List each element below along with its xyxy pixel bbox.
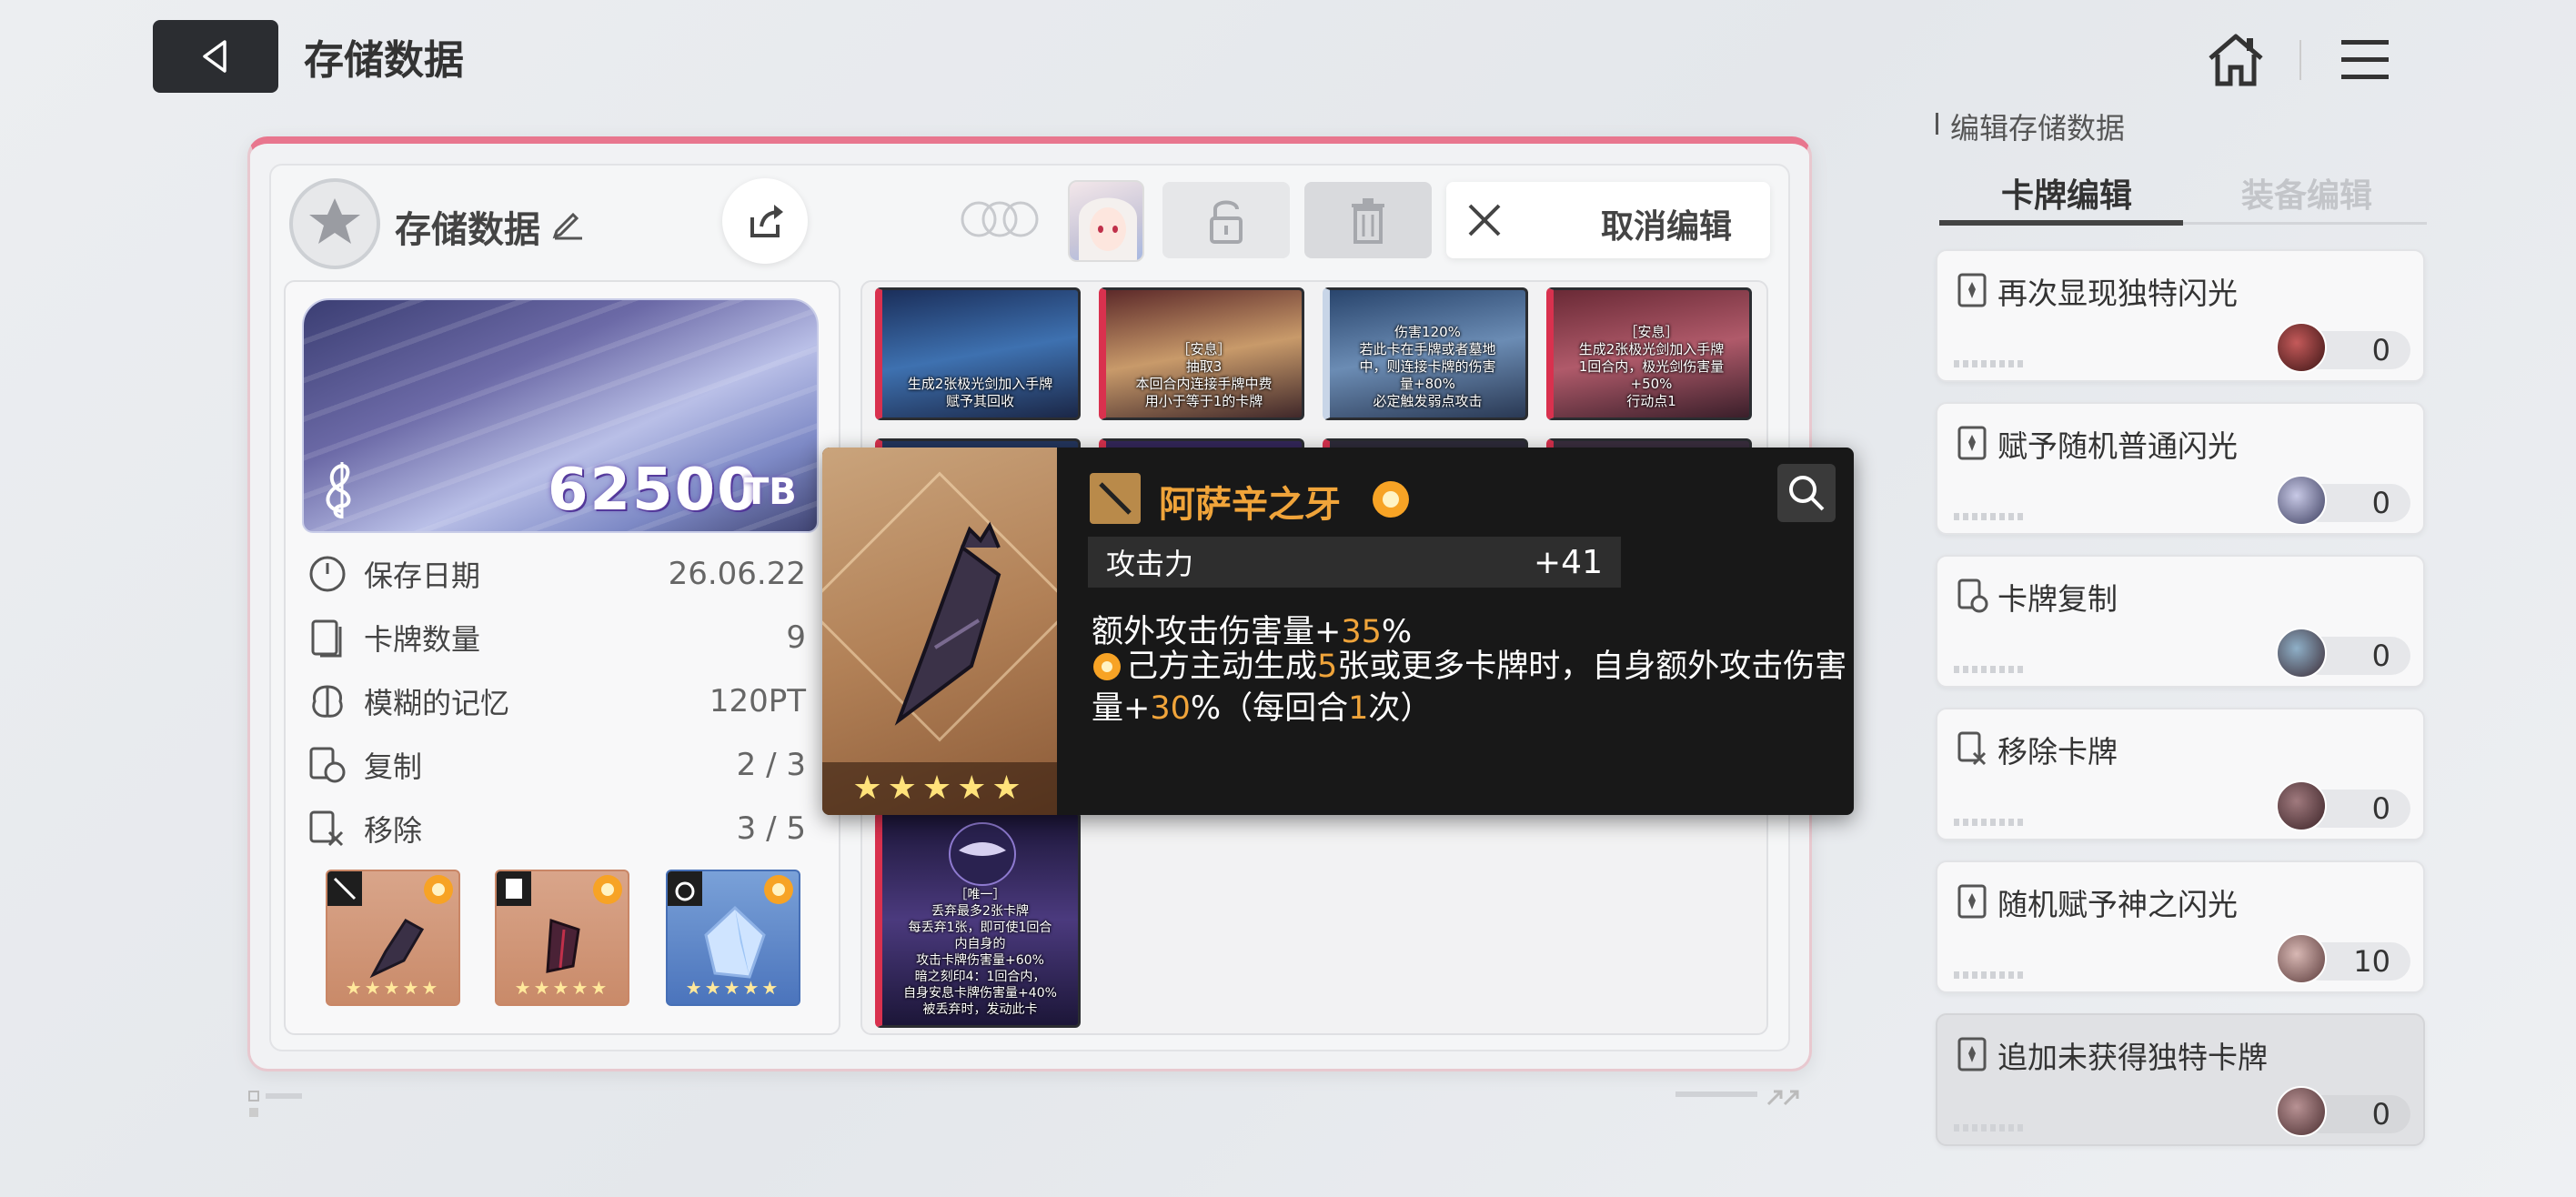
cancel-edit-label: 取消编辑 xyxy=(1600,208,1732,246)
footer-logo-mark xyxy=(248,1091,302,1117)
sun-badge-icon xyxy=(1373,481,1409,518)
decorative-text xyxy=(1954,513,2027,520)
delete-button[interactable] xyxy=(1304,182,1432,258)
stat-card-count: 卡牌数量 9 xyxy=(307,609,806,666)
ring-tag-icon xyxy=(668,871,702,906)
card-aurora[interactable]: 生成2张极光剑加入手牌 赋予其回收 xyxy=(875,287,1081,420)
edit-item-random-normal[interactable]: 赋予随机普通闪光 0 xyxy=(1936,402,2425,535)
tooltip-item-image: ★★★★★ xyxy=(822,448,1057,815)
armor-tag-icon xyxy=(497,871,531,906)
card-flash-icon xyxy=(1957,426,1987,460)
card-attack[interactable]: 伤害120% 若此卡在手牌或者墓地 中，则连接卡牌的伤害 量+80% 必定触发弱… xyxy=(1323,287,1528,420)
copy-card-icon xyxy=(1957,578,1988,613)
clock-icon xyxy=(309,556,346,592)
menu-icon[interactable] xyxy=(2336,31,2394,89)
gauntlet-icon xyxy=(894,521,1001,726)
card-aurora-rest[interactable]: ［安息］ 生成2张极光剑加入手牌 1回合内，极光剑伤害量 +50% 行动点1 xyxy=(1546,287,1752,420)
decorative-text xyxy=(1954,971,2027,979)
decorative-text xyxy=(1954,666,2027,673)
remove-card-icon xyxy=(309,810,344,847)
item-orb-icon xyxy=(2276,475,2327,526)
equipment-weapon[interactable]: ★★★★★ xyxy=(326,870,460,1006)
back-button[interactable] xyxy=(153,20,278,93)
unlock-icon xyxy=(1210,200,1243,244)
tooltip-attack-stat: 攻击力 +41 xyxy=(1088,537,1621,588)
tooltip-stars: ★★★★★ xyxy=(822,762,1057,815)
sword-type-icon xyxy=(1090,473,1141,524)
gauntlet-icon xyxy=(369,919,425,979)
stat-save-date: 保存日期 26.06.22 xyxy=(307,546,806,602)
equipment-armor[interactable]: ★★★★★ xyxy=(495,870,629,1006)
header-divider xyxy=(2299,40,2301,80)
cancel-edit-button[interactable]: 取消编辑 xyxy=(1446,182,1770,258)
footer-arrow-mark xyxy=(1675,1090,1799,1106)
back-arrow-icon xyxy=(203,40,226,73)
tab-equip-edit[interactable]: 装备编辑 xyxy=(2241,169,2372,216)
decorative-text xyxy=(1954,1124,2027,1132)
trash-icon xyxy=(1352,198,1384,244)
brain-icon xyxy=(312,685,343,718)
search-icon xyxy=(1789,476,1825,511)
crystal-icon xyxy=(704,905,766,979)
lock-button[interactable] xyxy=(1162,182,1290,258)
sword-tag-icon xyxy=(327,871,362,906)
treble-clef-icon xyxy=(326,462,351,518)
item-orb-icon xyxy=(2276,933,2327,984)
card-flash-icon xyxy=(1957,1037,1987,1071)
share-icon xyxy=(750,205,783,237)
save-badge xyxy=(289,178,380,269)
card-flash-icon xyxy=(1957,273,1987,307)
save-name: 存储数据 xyxy=(395,209,540,251)
edit-panel-title: 编辑存储数据 xyxy=(1936,106,2125,147)
stat-remove: 移除 3 / 5 xyxy=(307,800,806,857)
card-flash-icon xyxy=(1957,884,1987,919)
item-orb-icon xyxy=(2276,1086,2327,1137)
item-orb-icon xyxy=(2276,780,2327,831)
stat-copy: 复制 2 / 3 xyxy=(307,737,806,793)
tb-value: 62500 xyxy=(548,457,760,524)
sun-badge-icon xyxy=(764,875,793,904)
edit-item-reveal-unique[interactable]: 再次显现独特闪光 0 xyxy=(1936,249,2425,382)
decorative-text xyxy=(1954,819,2027,826)
star-badge-icon xyxy=(309,198,360,244)
character-avatar[interactable] xyxy=(1068,180,1144,262)
tooltip-search-button[interactable] xyxy=(1777,464,1836,522)
edit-item-copy[interactable]: 卡牌复制 0 xyxy=(1936,555,2425,688)
share-button[interactable] xyxy=(722,178,808,264)
copy-card-icon xyxy=(309,747,346,783)
character-portrait-icon xyxy=(1079,197,1137,260)
tb-unit: TB xyxy=(744,471,797,513)
close-icon xyxy=(1468,204,1501,236)
tab-active-indicator xyxy=(1939,220,2183,226)
item-orb-icon xyxy=(2276,322,2327,373)
tab-card-edit[interactable]: 卡牌编辑 xyxy=(2001,169,2132,216)
item-orb-icon xyxy=(2276,628,2327,679)
tooltip-item-name: 阿萨辛之牙 xyxy=(1159,484,1341,526)
masked-figure-icon xyxy=(949,822,1016,886)
stat-memory: 模糊的记忆 120PT xyxy=(307,673,806,729)
rings-logo-icon xyxy=(961,201,1039,237)
sun-badge-icon xyxy=(593,875,622,904)
edit-item-random-divine[interactable]: 随机赋予神之闪光 10 xyxy=(1936,860,2425,993)
claw-armor-icon xyxy=(546,918,580,973)
sun-badge-icon xyxy=(424,875,453,904)
edit-item-add-unique[interactable]: 追加未获得独特卡牌 0 xyxy=(1936,1013,2425,1146)
tooltip-effect-2: 己方主动生成5张或更多卡牌时，自身额外攻击伤害量+30%（每回合1次） xyxy=(1092,649,1847,727)
card-unique-discard[interactable]: ［唯一］ 丢弃最多2张卡牌 每丢弃1张，即可使1回合 内自身的 攻击卡牌伤害量+… xyxy=(875,811,1081,1028)
edit-pen-icon[interactable] xyxy=(549,204,586,240)
decorative-text xyxy=(1954,360,2027,367)
page-title: 存储数据 xyxy=(304,37,464,84)
sun-badge-icon xyxy=(1093,653,1121,680)
home-icon[interactable] xyxy=(2203,27,2269,93)
remove-card-icon xyxy=(1957,731,1987,766)
cards-icon xyxy=(311,619,342,658)
edit-item-remove[interactable]: 移除卡牌 0 xyxy=(1936,708,2425,840)
equipment-accessory[interactable]: ★★★★★ xyxy=(666,870,800,1006)
card-draw[interactable]: ［安息］ 抽取3 本回合内连接手牌中费 用小于等于1的卡牌 xyxy=(1099,287,1304,420)
